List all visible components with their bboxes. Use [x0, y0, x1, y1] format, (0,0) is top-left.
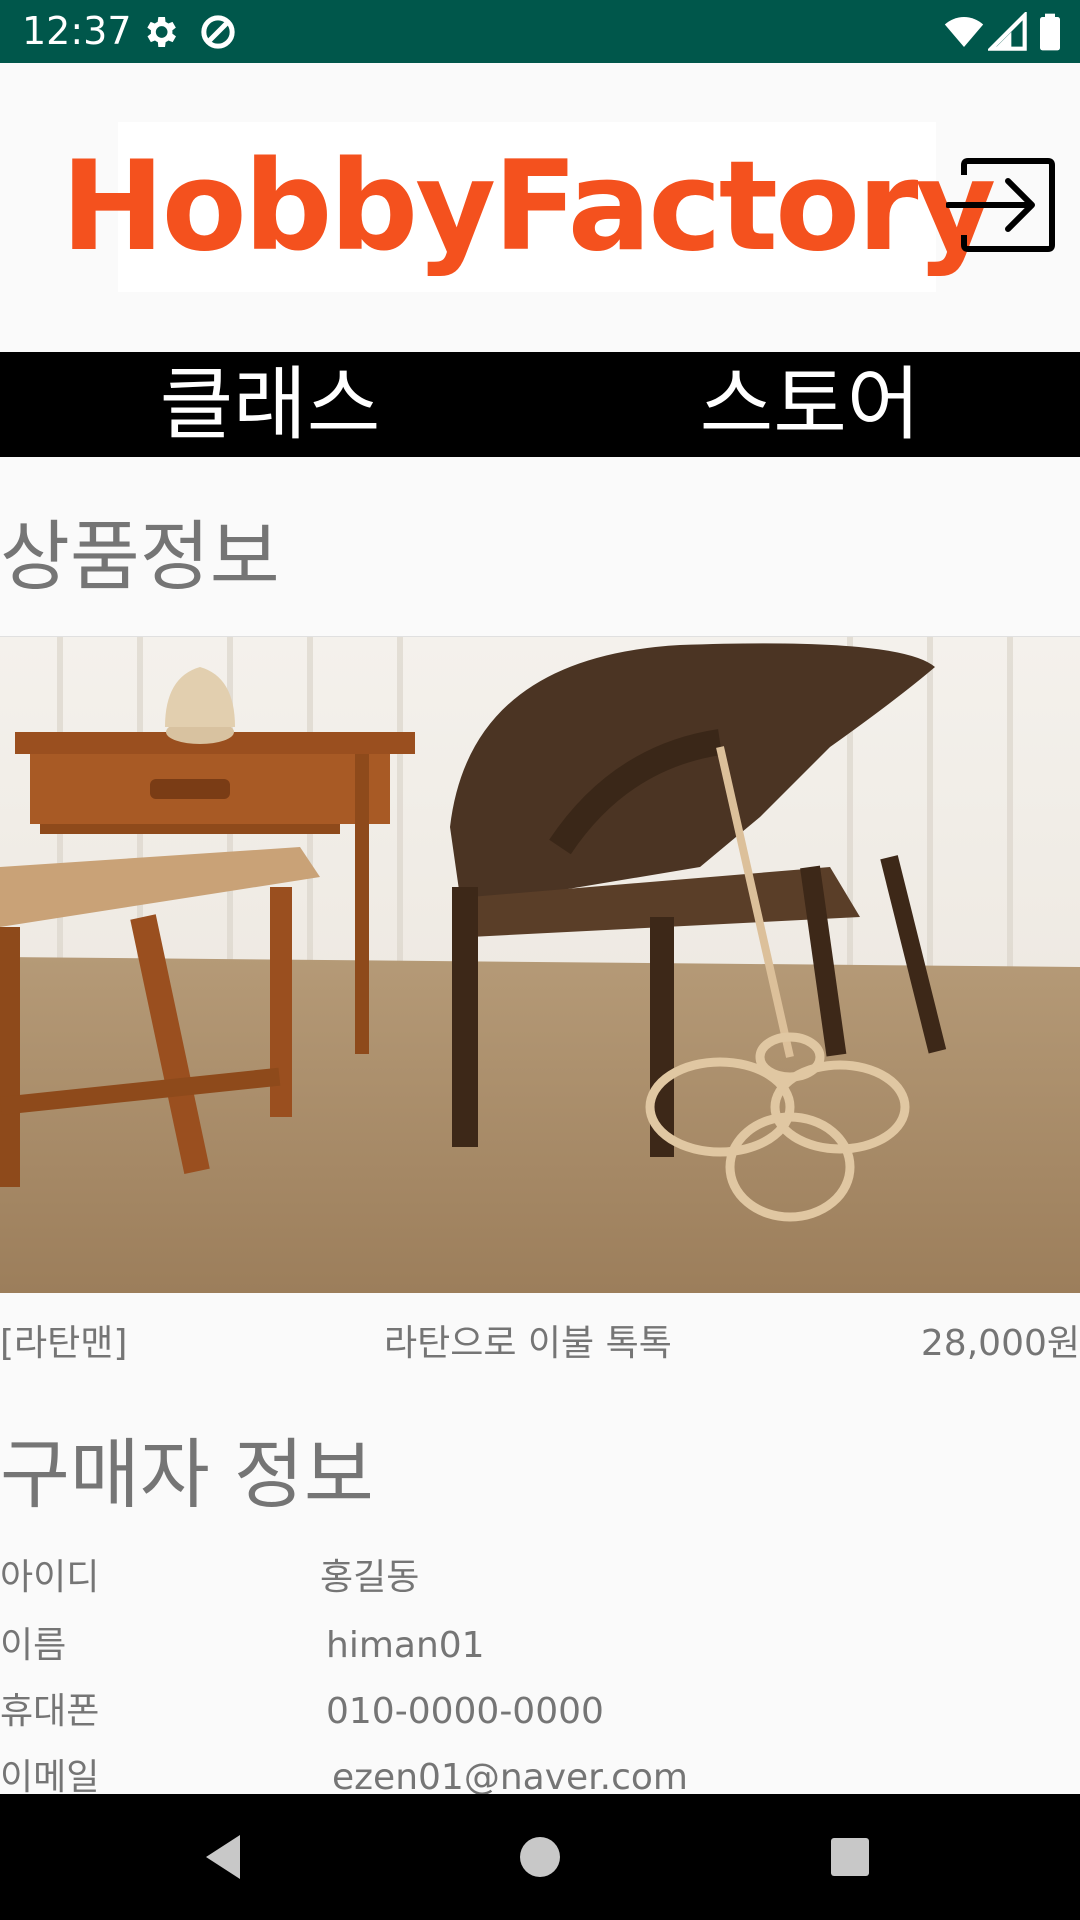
data-saver-icon [201, 15, 235, 49]
product-price: 28,000원 [920, 1323, 1080, 1364]
home-icon[interactable] [510, 1827, 570, 1887]
product-section-title: 상품정보 [0, 512, 280, 601]
buyer-name-value: himan01 [326, 1625, 485, 1666]
status-bar: 12:37 [0, 0, 1080, 63]
product-image [0, 636, 1080, 1293]
tab-bar: 클래스 스토어 [0, 352, 1080, 457]
app-logo: HobbyFactory [61, 122, 996, 292]
tab-store[interactable]: 스토어 [540, 352, 1080, 457]
product-brand: [라탄맨] [0, 1323, 128, 1364]
login-icon[interactable] [946, 155, 1058, 255]
buyer-phone-label: 휴대폰 [0, 1691, 100, 1732]
navigation-bar [0, 1794, 1080, 1920]
status-time: 12:37 [22, 9, 132, 53]
buyer-id-label: 아이디 [0, 1557, 100, 1598]
gear-icon [147, 17, 176, 47]
tab-class[interactable]: 클래스 [0, 352, 540, 457]
buyer-section-title: 구매자 정보 [0, 1430, 374, 1519]
back-icon[interactable] [196, 1827, 256, 1887]
wifi-icon [944, 17, 984, 47]
recents-icon[interactable] [820, 1827, 880, 1887]
buyer-phone-value: 010-0000-0000 [326, 1691, 604, 1732]
battery-icon [1040, 13, 1060, 51]
signal-icon [988, 12, 1027, 51]
product-name: 라탄으로 이불 톡톡 [384, 1323, 672, 1364]
logo-text: HobbyFactory [60, 135, 996, 279]
buyer-name-label: 이름 [0, 1625, 67, 1666]
buyer-id-value: 홍길동 [320, 1557, 420, 1598]
